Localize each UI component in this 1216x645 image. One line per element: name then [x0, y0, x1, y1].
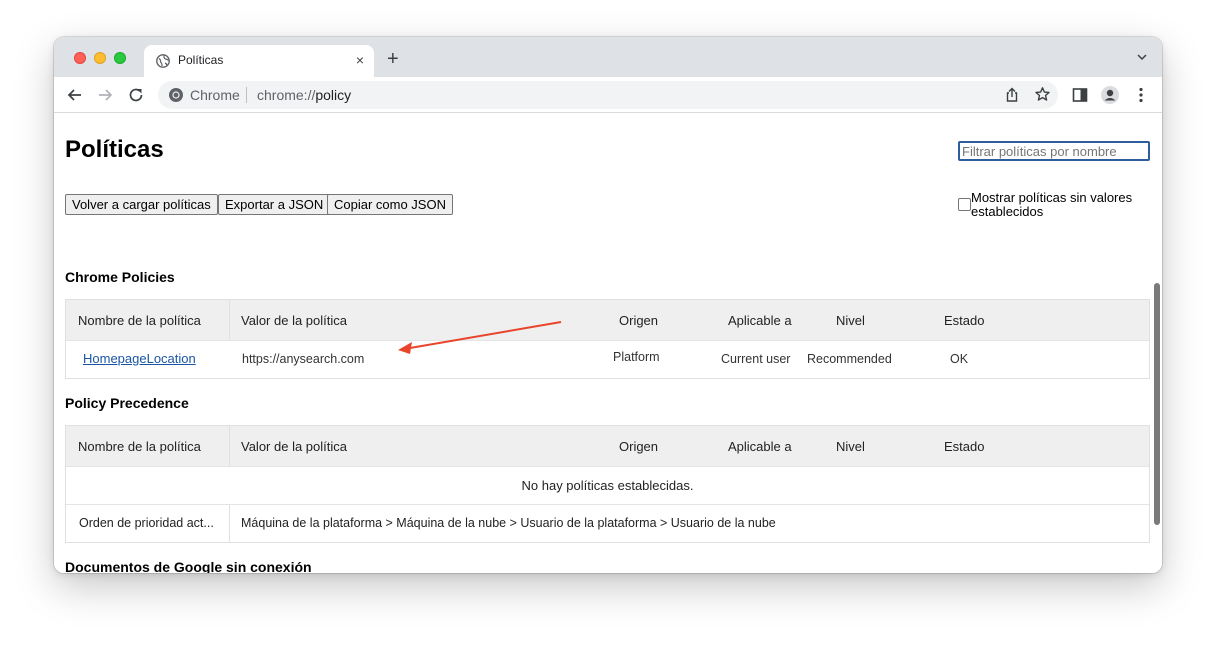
forward-arrow-icon[interactable]: [95, 85, 115, 105]
column-divider: [229, 505, 230, 542]
show-unset-policies-checkbox[interactable]: [958, 198, 971, 211]
show-unset-policies-label: Mostrar políticas sin valores establecid…: [971, 190, 1133, 219]
column-header-level: Nivel: [836, 313, 865, 328]
page-content: Políticas Volver a cargar políticas Expo…: [54, 113, 1162, 573]
back-arrow-icon[interactable]: [65, 85, 85, 105]
table-header: Nombre de la política Valor de la políti…: [66, 300, 1149, 340]
section-title-policy-precedence: Policy Precedence: [65, 395, 189, 411]
column-header-value: Valor de la política: [241, 313, 347, 328]
policy-scope: Current user: [721, 352, 791, 366]
reload-policies-button[interactable]: Volver a cargar políticas: [65, 194, 218, 215]
policy-source: Platform: [613, 350, 660, 364]
minimize-window-button[interactable]: [94, 52, 106, 64]
table-row: No hay políticas establecidas.: [66, 466, 1149, 504]
column-header-status: Estado: [944, 313, 985, 328]
chevron-down-icon[interactable]: [1136, 51, 1148, 63]
star-bookmark-icon[interactable]: [1034, 86, 1051, 103]
chrome-logo-icon: [169, 88, 183, 102]
chrome-policies-table: Nombre de la política Valor de la políti…: [65, 299, 1150, 379]
profile-avatar-icon[interactable]: [1100, 85, 1120, 105]
copy-json-button[interactable]: Copiar como JSON: [327, 194, 453, 215]
tab-title: Políticas: [178, 53, 224, 67]
column-header-value: Valor de la política: [241, 439, 347, 454]
zoom-window-button[interactable]: [114, 52, 126, 64]
tab-policies[interactable]: Políticas ×: [144, 45, 374, 77]
new-tab-button[interactable]: +: [387, 48, 399, 70]
policy-name-link[interactable]: HomepageLocation: [83, 351, 196, 366]
export-json-button[interactable]: Exportar a JSON: [218, 194, 331, 215]
page-title: Políticas: [65, 136, 164, 163]
policy-level: Recommended: [807, 352, 892, 366]
table-header: Nombre de la política Valor de la políti…: [66, 426, 1149, 466]
policy-value: https://anysearch.com: [242, 352, 365, 366]
column-divider: [229, 300, 230, 340]
scrollbar-thumb[interactable]: [1154, 283, 1160, 525]
empty-policies-message: No hay políticas establecidas.: [521, 478, 694, 493]
reload-icon[interactable]: [126, 85, 146, 105]
globe-icon: [156, 54, 170, 68]
column-header-source: Origen: [619, 439, 659, 454]
precedence-order-label: Orden de prioridad act...: [79, 516, 214, 530]
policy-precedence-table: Nombre de la política Valor de la políti…: [65, 425, 1150, 543]
column-divider: [229, 426, 230, 466]
share-icon[interactable]: [1004, 87, 1020, 103]
table-row: Orden de prioridad act... Máquina de la …: [66, 504, 1149, 542]
omnibox-brand: Chrome: [190, 87, 240, 103]
omnibox-separator: [246, 87, 247, 103]
tab-close-icon[interactable]: ×: [356, 51, 364, 69]
address-bar[interactable]: Chrome chrome://policy: [158, 81, 1058, 109]
column-header-level: Nivel: [836, 439, 865, 454]
filter-policies-input[interactable]: [958, 141, 1150, 161]
column-header-name: Nombre de la política: [78, 439, 201, 454]
more-menu-icon[interactable]: [1131, 85, 1151, 105]
browser-window: Políticas × + Chrome chrome://policy Pol…: [54, 37, 1162, 573]
close-window-button[interactable]: [74, 52, 86, 64]
tab-strip: Políticas × +: [54, 37, 1162, 77]
section-title-chrome-policies: Chrome Policies: [65, 269, 175, 285]
precedence-order-value: Máquina de la plataforma > Máquina de la…: [241, 516, 776, 530]
column-header-source: Origen: [619, 313, 659, 328]
toolbar: Chrome chrome://policy: [54, 77, 1162, 113]
side-panel-icon[interactable]: [1070, 85, 1090, 105]
column-header-scope: Aplicable a: [728, 439, 792, 454]
column-header-scope: Aplicable a: [728, 313, 792, 328]
policy-status: OK: [950, 352, 969, 366]
section-title-offline-docs: Documentos de Google sin conexión: [65, 559, 312, 573]
column-header-name: Nombre de la política: [78, 313, 201, 328]
url-text[interactable]: chrome://policy: [257, 87, 351, 103]
table-row: HomepageLocation https://anysearch.com P…: [66, 340, 1149, 378]
column-header-status: Estado: [944, 439, 985, 454]
